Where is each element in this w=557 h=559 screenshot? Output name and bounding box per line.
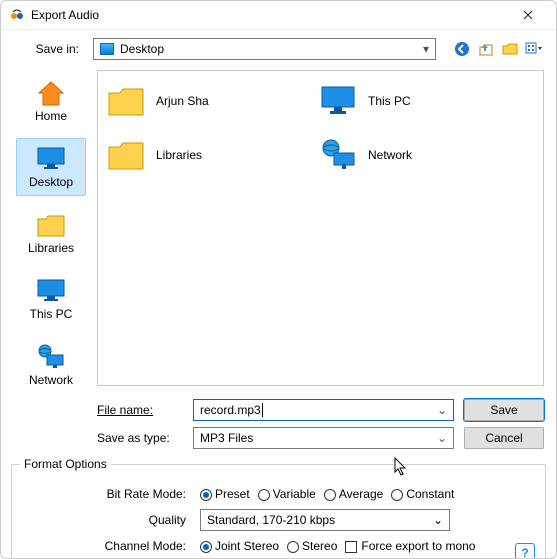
save-button[interactable]: Save — [464, 399, 544, 421]
folder-icon — [106, 137, 146, 173]
quality-dropdown[interactable]: Standard, 170-210 kbps ⌄ — [200, 509, 450, 531]
window-title: Export Audio — [31, 8, 508, 22]
savetype-dropdown[interactable]: MP3 Files ⌄ — [193, 427, 454, 449]
bitrate-radio-variable[interactable]: Variable — [258, 487, 316, 501]
format-options-group: Format Options Bit Rate Mode: Preset Var… — [11, 464, 546, 559]
titlebar: Export Audio — [1, 1, 556, 30]
sidebar-item-label: This PC — [30, 307, 73, 321]
quality-label: Quality — [24, 513, 192, 527]
new-folder-button[interactable] — [500, 39, 520, 59]
sidebar-item-label: Network — [29, 373, 73, 387]
channel-radio-joint[interactable]: Joint Stereo — [200, 539, 279, 553]
back-button[interactable] — [452, 39, 472, 59]
libraries-icon — [35, 211, 67, 239]
places-sidebar: Home Desktop Libraries This PC Network — [13, 66, 89, 394]
bitrate-radio-constant[interactable]: Constant — [391, 487, 454, 501]
file-label: Network — [368, 148, 412, 162]
chevron-down-icon: ⌄ — [433, 513, 443, 527]
sidebar-item-home[interactable]: Home — [16, 72, 86, 130]
sidebar-item-label: Desktop — [29, 175, 73, 189]
channel-radio-stereo[interactable]: Stereo — [287, 539, 337, 553]
bitrate-radio-average[interactable]: Average — [324, 487, 383, 501]
computer-icon — [35, 277, 67, 305]
savetype-label: Save as type: — [13, 431, 183, 445]
file-list[interactable]: Arjun Sha This PC Libraries Network — [97, 70, 544, 386]
file-item-folder[interactable]: Libraries — [106, 137, 306, 173]
chevron-down-icon: ⌄ — [437, 431, 447, 445]
savetype-value: MP3 Files — [200, 431, 253, 445]
filename-value: record.mp3 — [200, 403, 263, 417]
desktop-icon — [100, 43, 114, 55]
network-icon — [35, 343, 67, 371]
channel-label: Channel Mode: — [24, 539, 192, 553]
file-item-network[interactable]: Network — [318, 137, 518, 173]
save-in-dropdown[interactable]: Desktop ▾ — [93, 38, 436, 60]
file-item-folder[interactable]: Arjun Sha — [106, 83, 306, 119]
quality-row: Quality Standard, 170-210 kbps ⌄ — [24, 507, 533, 533]
cursor-icon — [393, 457, 409, 477]
home-icon — [35, 79, 67, 107]
folder-icon — [106, 83, 146, 119]
filename-form: File name: record.mp3 ⌄ Save Save as typ… — [1, 394, 556, 460]
export-audio-dialog: Export Audio Save in: Desktop ▾ — [0, 0, 557, 559]
chevron-down-icon: ▾ — [423, 42, 429, 56]
force-mono-checkbox[interactable]: Force export to mono — [345, 539, 475, 553]
network-icon — [318, 137, 358, 173]
sidebar-item-thispc[interactable]: This PC — [16, 270, 86, 328]
file-label: This PC — [368, 94, 411, 108]
save-in-bar: Save in: Desktop ▾ — [1, 30, 556, 66]
view-menu-button[interactable] — [524, 39, 544, 59]
sidebar-item-network[interactable]: Network — [16, 336, 86, 394]
save-in-value: Desktop — [120, 42, 164, 56]
close-button[interactable] — [508, 1, 548, 29]
up-one-level-button[interactable] — [476, 39, 496, 59]
filename-label: File name: — [13, 403, 183, 417]
channel-row: Channel Mode: Joint Stereo Stereo Force … — [24, 533, 533, 559]
app-icon — [9, 7, 25, 23]
file-item-thispc[interactable]: This PC — [318, 83, 518, 119]
help-button[interactable]: ? — [515, 543, 535, 559]
quality-value: Standard, 170-210 kbps — [207, 513, 335, 527]
save-in-label: Save in: — [13, 42, 85, 56]
toolbar-buttons — [452, 39, 544, 59]
chevron-down-icon: ⌄ — [437, 403, 447, 417]
sidebar-item-label: Home — [35, 109, 67, 123]
bitrate-label: Bit Rate Mode: — [24, 487, 192, 501]
computer-icon — [318, 83, 358, 119]
body-area: Home Desktop Libraries This PC Network — [1, 66, 556, 394]
sidebar-item-label: Libraries — [28, 241, 74, 255]
filename-input[interactable]: record.mp3 ⌄ — [193, 399, 454, 421]
sidebar-item-libraries[interactable]: Libraries — [16, 204, 86, 262]
sidebar-item-desktop[interactable]: Desktop — [16, 138, 86, 196]
cancel-button[interactable]: Cancel — [464, 427, 544, 449]
bitrate-radio-preset[interactable]: Preset — [200, 487, 250, 501]
bitrate-row: Bit Rate Mode: Preset Variable Average C… — [24, 481, 533, 507]
file-label: Libraries — [156, 148, 202, 162]
file-label: Arjun Sha — [156, 94, 209, 108]
desktop-icon — [35, 145, 67, 173]
groupbox-title: Format Options — [20, 457, 111, 471]
